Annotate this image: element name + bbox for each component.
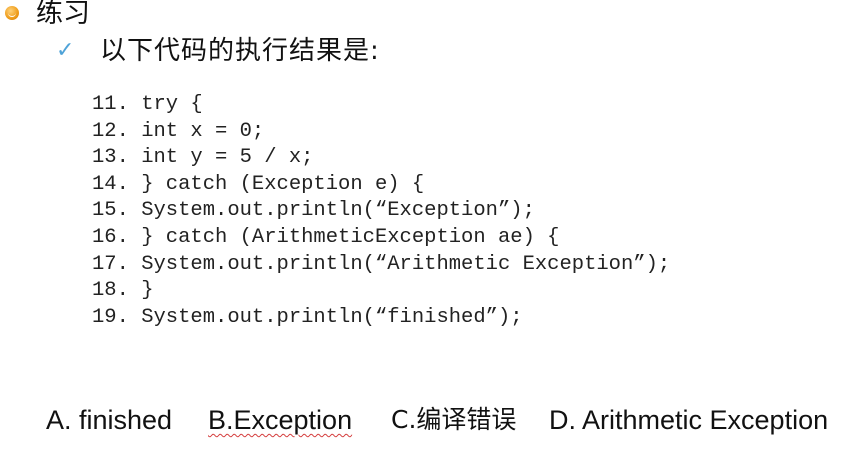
- code-line: 18. }: [92, 279, 154, 303]
- code-line: 15. System.out.println(“Exception”);: [92, 199, 535, 223]
- orange-bullet-icon: [5, 6, 19, 20]
- option-a: A. finished: [46, 405, 173, 435]
- option-d: D. Arithmetic Exception: [549, 405, 829, 435]
- code-line: 16. } catch (ArithmeticException ae) {: [92, 225, 560, 249]
- question-text: 以下代码的执行结果是:: [100, 36, 380, 66]
- code-line: 14. } catch (Exception e) {: [92, 172, 425, 196]
- option-c: C.编译错误: [391, 405, 517, 434]
- code-line: 17. System.out.println(“Arithmetic Excep…: [92, 252, 671, 276]
- code-line: 13. int y = 5 / x;: [92, 146, 314, 170]
- code-line: 12. int x = 0;: [92, 119, 265, 143]
- code-line: 11. try {: [92, 93, 203, 116]
- slide-title: 练习: [36, 0, 90, 29]
- checkmark-icon: ✓: [56, 38, 75, 63]
- option-b: B.Exception: [208, 405, 353, 435]
- code-block: 11. try { 12. int x = 0; 13. int y = 5 /…: [92, 92, 670, 331]
- code-line: 19. System.out.println(“finished”);: [92, 305, 523, 329]
